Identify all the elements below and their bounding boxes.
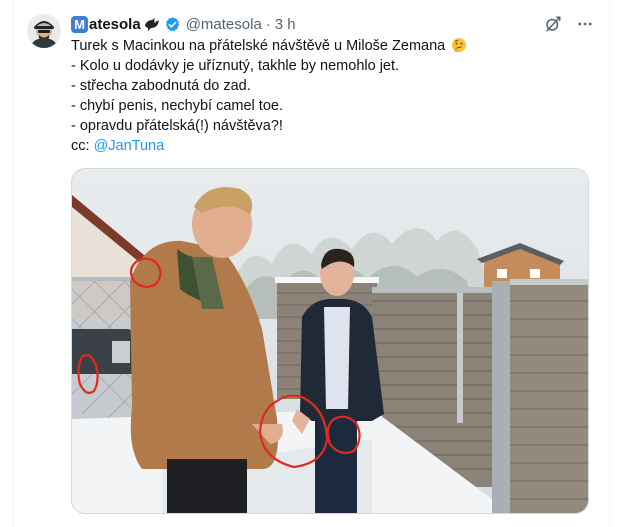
tweet-photo[interactable] [71, 168, 589, 514]
bird-emoji-icon [143, 16, 161, 32]
tweet-line-3: - střecha zabodnutá do zad. [71, 78, 251, 94]
tweet-text: Turek s Macinkou na přátelské návštěvě u… [71, 36, 591, 156]
avatar-image [27, 14, 61, 48]
avatar[interactable] [27, 14, 61, 48]
cc-label: cc: [71, 138, 90, 154]
tweet-timestamp[interactable]: 3 h [275, 16, 296, 33]
tweet-line-1: Turek s Macinkou na přátelské návštěvě u… [71, 36, 591, 56]
more-icon[interactable] [575, 14, 595, 34]
grok-icon[interactable] [543, 14, 563, 34]
author-display-name[interactable]: atesola [89, 16, 141, 33]
tweet-cc-line: cc: @JanTuna [71, 136, 591, 156]
author-handle[interactable]: @matesola [186, 16, 262, 33]
tweet-line-1-text: Turek s Macinkou na přátelské návštěvě u… [71, 38, 446, 54]
tweet-header: M atesola @matesola · 3 h [71, 14, 296, 34]
mention-link[interactable]: @JanTuna [94, 138, 165, 154]
tweet-line-2: - Kolo u dodávky je uříznutý, takhle by … [71, 58, 400, 74]
separator-dot: · [265, 15, 271, 33]
verified-badge-icon[interactable] [164, 16, 181, 33]
tweet-actions [543, 14, 595, 34]
photo-scene [72, 169, 588, 513]
tweet-line-5: - opravdu přátelská(!) návštěva?! [71, 118, 283, 134]
tweet-line-4: - chybí penis, nechybí camel toe. [71, 98, 283, 114]
tweet-card[interactable]: M atesola @matesola · 3 h Turek s Macink… [12, 0, 610, 527]
author-logo-letter[interactable]: M [71, 15, 88, 33]
thinking-face-emoji [449, 38, 467, 54]
